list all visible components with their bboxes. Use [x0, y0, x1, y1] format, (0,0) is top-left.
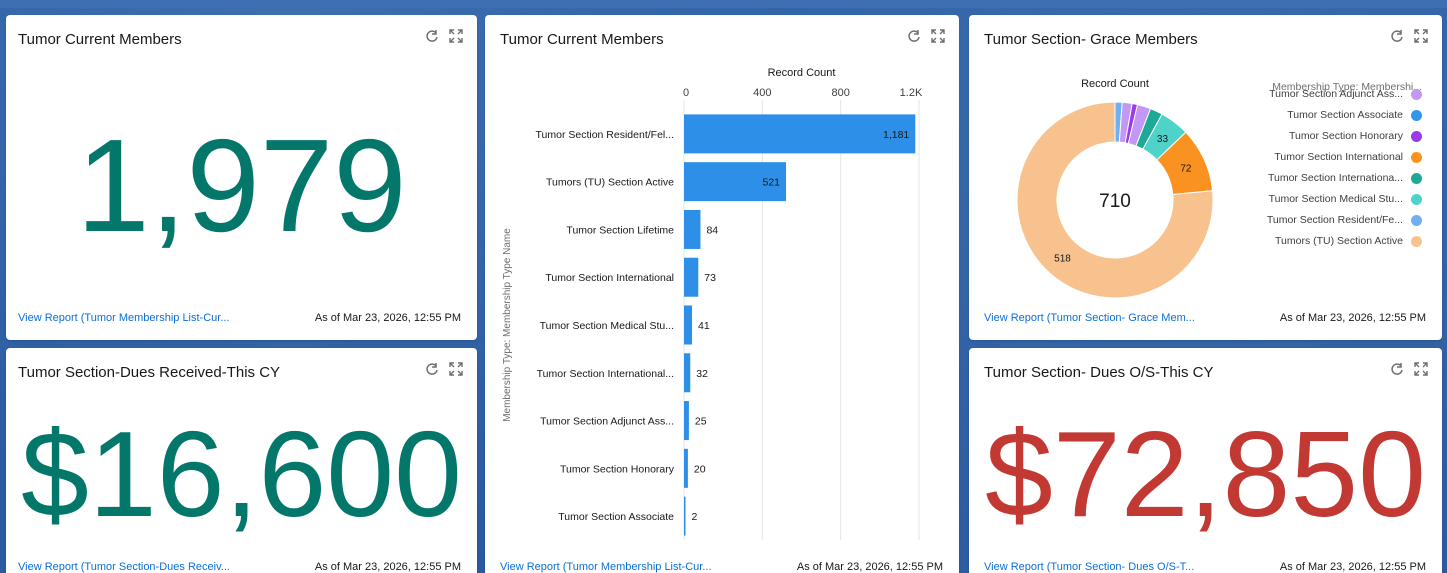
legend-swatch [1411, 235, 1422, 247]
bar-chart: Record Count 0 400 800 1.2K Membership Type: … [502, 67, 923, 540]
view-report-link[interactable]: View Report (Tumor Membership List-Cur..… [18, 312, 230, 324]
bar-value-label: 25 [695, 416, 707, 428]
x-tick-label: 800 [831, 87, 849, 99]
bar [684, 401, 689, 441]
bar-value-label: 2 [692, 511, 698, 523]
card-title: Tumor Section- Dues O/S-This CY [984, 364, 1214, 381]
legend-item[interactable]: Tumor Section Medical Stu... [1269, 193, 1422, 205]
legend-item[interactable]: Tumors (TU) Section Active [1275, 235, 1422, 247]
view-report-link[interactable]: View Report (Tumor Section- Grace Mem... [984, 312, 1195, 324]
y-category-label: Tumor Section International... [537, 368, 674, 380]
metric-value: $72,850 [985, 406, 1426, 542]
view-report-link[interactable]: View Report (Tumor Section-Dues Receiv..… [18, 561, 230, 573]
card-title: Tumor Section-Dues Received-This CY [18, 364, 281, 381]
slice-value-label: 518 [1054, 254, 1071, 265]
legend-swatch [1411, 193, 1422, 205]
bar [684, 305, 693, 345]
legend-swatch [1411, 151, 1422, 163]
donut-center-value: 710 [1099, 191, 1131, 212]
y-category-label: Tumor Section Medical Stu... [540, 320, 674, 332]
card-current-members-metric: Tumor Current Members 1,979 View Report … [6, 15, 477, 340]
x-tick-label: 1.2K [900, 87, 923, 99]
donut-title: Record Count [1081, 78, 1149, 90]
legend-label: Tumor Section Associate [1287, 109, 1403, 121]
y-category-label: Tumor Section Honorary [560, 463, 675, 475]
legend-item[interactable]: Tumor Section Adjunct Ass... [1269, 88, 1422, 100]
legend-swatch [1411, 88, 1422, 100]
legend-label: Tumor Section International [1274, 151, 1403, 163]
y-category-label: Tumor Section Associate [558, 511, 674, 523]
refresh-icon[interactable] [425, 29, 439, 43]
as-of-date: As of Mar 23, 2026, 12:55 PM [314, 561, 461, 573]
legend-label: Tumors (TU) Section Active [1275, 235, 1403, 247]
metric-value: $16,600 [21, 406, 462, 542]
legend-item[interactable]: Tumor Section International [1274, 151, 1422, 163]
refresh-icon[interactable] [425, 362, 439, 376]
as-of-date: As of Mar 23, 2026, 12:55 PM [1279, 561, 1426, 573]
legend-item[interactable]: Tumor Section Honorary [1289, 130, 1422, 142]
bar [684, 114, 916, 154]
view-report-link[interactable]: View Report (Tumor Membership List-Cur..… [500, 561, 712, 573]
x-tick-label: 0 [683, 87, 689, 99]
legend-label: Tumor Section Medical Stu... [1268, 193, 1403, 205]
card-title: Tumor Section- Grace Members [984, 31, 1198, 48]
y-axis-title: Membership Type: Membership Type Name [502, 228, 513, 422]
card-dues-outstanding: Tumor Section- Dues O/S-This CY $72,850 … [969, 348, 1442, 573]
bar-value-label: 84 [706, 224, 718, 236]
expand-icon[interactable] [449, 29, 463, 43]
bar-value-label: 1,181 [883, 129, 909, 141]
bar [684, 353, 691, 393]
donut-chart: Record Count 33 72 518 710 [1016, 78, 1214, 299]
legend-label: Tumor Section Adjunct Ass... [1269, 88, 1403, 100]
legend-swatch [1411, 214, 1422, 226]
bar-value-label: 41 [698, 320, 710, 332]
refresh-icon[interactable] [1390, 362, 1404, 376]
metric-value: 1,979 [76, 112, 407, 259]
y-category-label: Tumor Section International [545, 272, 674, 284]
bar-value-label: 20 [694, 463, 706, 475]
legend-swatch [1411, 130, 1422, 142]
view-report-link[interactable]: View Report (Tumor Section- Dues O/S-T..… [984, 561, 1194, 573]
x-tick-label: 400 [753, 87, 771, 99]
legend-item[interactable]: Tumor Section Resident/Fe... [1267, 214, 1422, 226]
expand-icon[interactable] [449, 362, 463, 376]
bar [684, 257, 699, 297]
as-of-date: As of Mar 23, 2026, 12:55 PM [796, 561, 943, 573]
y-category-label: Tumor Section Resident/Fel... [536, 129, 675, 141]
bar [684, 209, 701, 249]
expand-icon[interactable] [1414, 29, 1428, 43]
dashboard-top-strip [0, 0, 1447, 8]
legend-swatch [1411, 172, 1422, 184]
card-grace-members: Tumor Section- Grace Members Record Coun… [969, 15, 1442, 340]
legend-label: Tumor Section Resident/Fe... [1266, 214, 1403, 226]
legend-swatch [1411, 109, 1422, 121]
legend-label: Tumor Section Honorary [1289, 130, 1403, 142]
card-current-members-chart: Tumor Current Members Record Count 0 400 80… [485, 15, 959, 573]
expand-icon[interactable] [1414, 362, 1428, 376]
slice-value-label: 72 [1180, 164, 1192, 175]
card-dues-received: Tumor Section-Dues Received-This CY $16,… [6, 348, 477, 573]
slice-value-label: 33 [1157, 134, 1169, 145]
legend-item[interactable]: Tumor Section Associate [1287, 109, 1422, 121]
bar-value-label: 32 [696, 368, 708, 380]
bar [684, 448, 688, 488]
card-title: Tumor Current Members [18, 31, 182, 48]
as-of-date: As of Mar 23, 2026, 12:55 PM [1279, 312, 1426, 324]
legend-item[interactable]: Tumor Section Internationa... [1268, 172, 1422, 184]
refresh-icon[interactable] [1390, 29, 1404, 43]
bar [684, 496, 686, 536]
x-axis-title: Record Count [768, 67, 836, 79]
legend-label: Tumor Section Internationa... [1267, 172, 1403, 184]
y-category-label: Tumor Section Adjunct Ass... [540, 416, 674, 428]
y-category-label: Tumor Section Lifetime [566, 224, 674, 236]
y-category-label: Tumors (TU) Section Active [546, 177, 674, 189]
as-of-date: As of Mar 23, 2026, 12:55 PM [314, 312, 461, 324]
bar-value-label: 73 [704, 272, 716, 284]
bar-value-label: 521 [762, 177, 780, 189]
